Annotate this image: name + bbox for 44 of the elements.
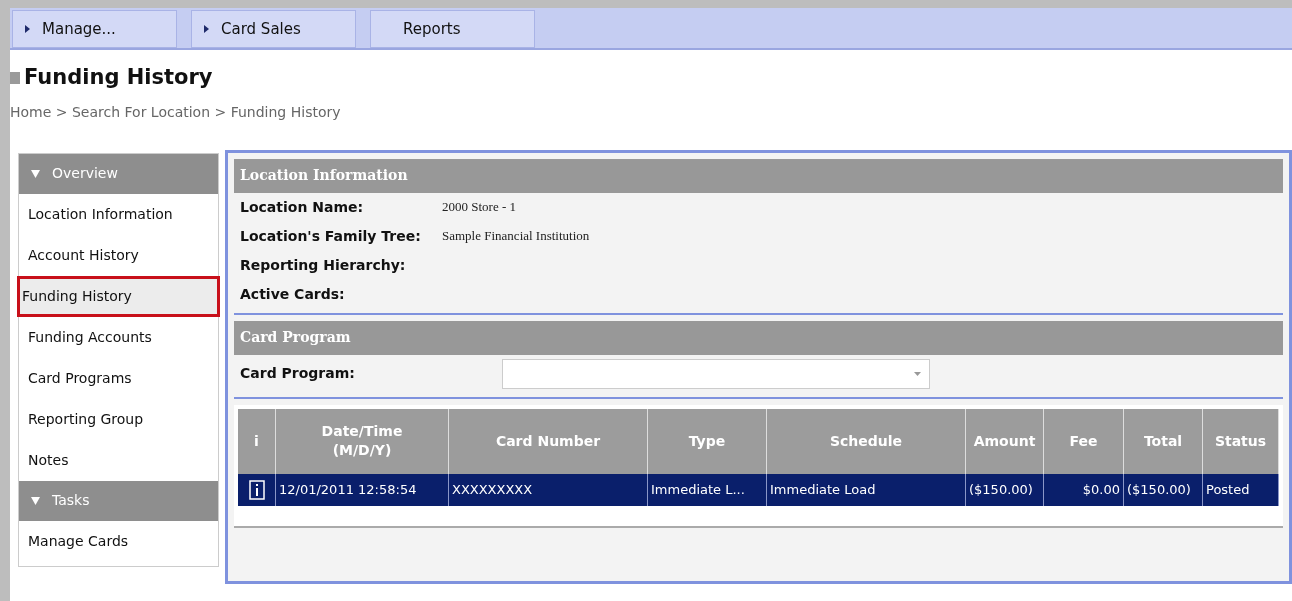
table-cell-text: Posted [1206,480,1250,499]
caret-down-icon [914,371,921,376]
menu-tab[interactable]: Manage... [12,10,177,48]
menu-tab[interactable]: Reports [370,10,535,48]
table-cell-text: Immediate Load [770,480,876,499]
column-header: Total [1124,408,1203,474]
field-label: Location Name: [240,197,365,217]
table-cell-text: 12/01/2011 12:58:54 [279,480,417,499]
column-header: Amount [966,408,1044,474]
sidebar-item[interactable]: Reporting Group [19,398,218,440]
table-cell-text: $0.00 [1082,480,1120,499]
column-header: Date/Time (M/D/Y) [276,408,449,474]
title-square-icon [10,71,20,84]
column-header: Card Number [449,408,648,474]
page-title: Funding History [24,64,213,91]
breadcrumb: Home > Search For Location > Funding History [10,102,342,122]
field-label: Active Cards: [240,284,346,304]
sidebar-item[interactable]: Manage Cards [19,520,218,562]
menu-tab[interactable]: Card Sales [191,10,356,48]
column-header: Type [648,408,767,474]
table-cell-text: ($150.00) [1127,480,1191,499]
info-icon[interactable] [248,479,265,500]
column-header: Status [1203,408,1279,474]
sidebar-item[interactable]: Account History [19,234,218,276]
column-header: i [238,408,276,474]
dropdown-field[interactable] [502,358,930,389]
field-label: Card Program: [240,364,356,383]
section-header: Card Program [234,320,1283,355]
table-cell-text: Immediate L... [651,480,745,499]
sidebar-item[interactable]: Notes [19,439,218,481]
sidebar-item[interactable]: Card Programs [19,357,218,399]
section-header: Location Information [234,158,1283,193]
field-value: 2000 Store - 1 [442,198,517,217]
table-row[interactable]: 12/01/2011 12:58:54 XXXXXXXXX Immediate L... Immediate Load ($150.00) $0.00 ($150.00) Posted [238,473,1279,506]
field-label: Location's Family Tree: [240,226,422,246]
table-cell-text: XXXXXXXXX [452,480,533,499]
sidebar-item[interactable]: Funding Accounts [19,316,218,358]
column-header: Fee [1044,408,1124,474]
sidebar-item[interactable]: Location Information [19,193,218,235]
column-header: Schedule [767,408,966,474]
field-label: Reporting Hierarchy: [240,255,407,275]
field-value: Sample Financial Institution [442,227,590,246]
table-cell-text: ($150.00) [969,480,1033,499]
sidebar-item[interactable]: Funding History [17,275,220,317]
